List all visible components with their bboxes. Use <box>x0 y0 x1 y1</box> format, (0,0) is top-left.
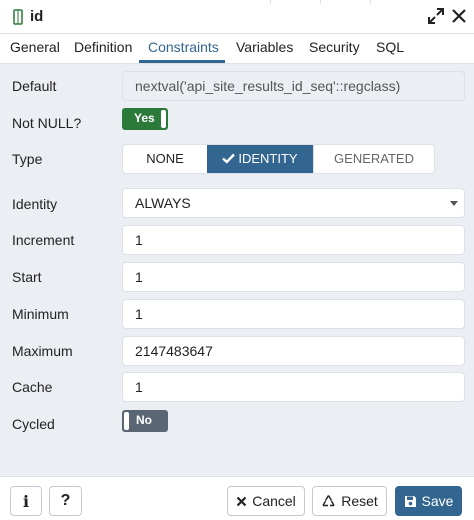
tab-definition[interactable]: Definition <box>74 39 132 55</box>
increment-label: Increment <box>12 232 75 248</box>
caret-down-icon <box>450 201 458 206</box>
help-button[interactable]: ? <box>49 486 82 516</box>
info-icon: i <box>22 491 30 511</box>
start-label: Start <box>12 269 42 285</box>
cycled-toggle-text: No <box>136 413 152 427</box>
tab-variables[interactable]: Variables <box>236 39 293 55</box>
identity-label: Identity <box>12 196 58 212</box>
default-field: nextval('api_site_results_id_seq'::regcl… <box>122 71 465 101</box>
cache-input[interactable]: 1 <box>122 372 465 402</box>
type-option-none[interactable]: NONE <box>123 145 207 173</box>
active-tab-indicator <box>139 60 225 63</box>
save-button-label: Save <box>421 493 454 509</box>
start-input[interactable]: 1 <box>122 262 465 292</box>
minimum-input[interactable]: 1 <box>122 299 465 329</box>
floppy-disk-icon <box>404 495 416 507</box>
top-edge-mark <box>370 0 371 4</box>
default-label: Default <box>12 78 57 94</box>
cycled-label: Cycled <box>12 416 55 432</box>
tab-bar: General Definition Constraints Variables… <box>0 34 474 64</box>
identity-select-value: ALWAYS <box>135 195 191 211</box>
close-icon[interactable] <box>450 7 468 25</box>
maximum-label: Maximum <box>12 343 73 359</box>
type-option-identity-label: IDENTITY <box>238 151 298 166</box>
toggle-knob <box>161 110 166 128</box>
type-segmented-control: NONE IDENTITY GENERATED <box>122 144 435 174</box>
checkmark-icon <box>222 153 236 164</box>
expand-icon[interactable] <box>427 7 445 25</box>
cancel-button[interactable]: Cancel <box>227 486 305 516</box>
dialog-footer: i ? Cancel Reset Save <box>0 476 474 520</box>
tab-constraints[interactable]: Constraints <box>148 39 219 55</box>
not-null-toggle-text: Yes <box>134 111 155 125</box>
close-icon <box>236 496 247 506</box>
not-null-toggle[interactable]: Yes <box>122 108 168 130</box>
identity-select[interactable]: ALWAYS <box>122 188 465 218</box>
recycle-icon <box>322 494 335 506</box>
top-edge-mark <box>270 0 271 4</box>
form-panel: Default nextval('api_site_results_id_seq… <box>0 64 474 476</box>
dialog-title: id <box>30 8 44 25</box>
help-icon: ? <box>60 492 71 509</box>
info-button[interactable]: i <box>10 486 42 516</box>
dialog-titlebar: id <box>0 0 474 34</box>
increment-input[interactable]: 1 <box>122 225 465 255</box>
minimum-label: Minimum <box>12 306 69 322</box>
column-icon <box>13 9 23 25</box>
cancel-button-label: Cancel <box>252 493 296 509</box>
tab-sql[interactable]: SQL <box>376 39 404 55</box>
toggle-knob <box>124 412 129 430</box>
save-button[interactable]: Save <box>395 486 462 516</box>
reset-button-label: Reset <box>341 493 378 509</box>
not-null-label: Not NULL? <box>12 115 82 131</box>
type-option-generated-label: GENERATED <box>334 151 414 166</box>
type-option-identity[interactable]: IDENTITY <box>207 145 313 173</box>
maximum-input[interactable]: 2147483647 <box>122 336 465 366</box>
type-option-none-label: NONE <box>146 151 184 166</box>
cache-label: Cache <box>12 379 53 395</box>
tab-security[interactable]: Security <box>309 39 360 55</box>
type-label: Type <box>12 151 43 167</box>
type-option-generated[interactable]: GENERATED <box>313 145 434 173</box>
cycled-toggle[interactable]: No <box>122 410 168 432</box>
reset-button[interactable]: Reset <box>312 486 387 516</box>
top-edge-mark <box>320 0 321 4</box>
tab-general[interactable]: General <box>10 39 60 55</box>
